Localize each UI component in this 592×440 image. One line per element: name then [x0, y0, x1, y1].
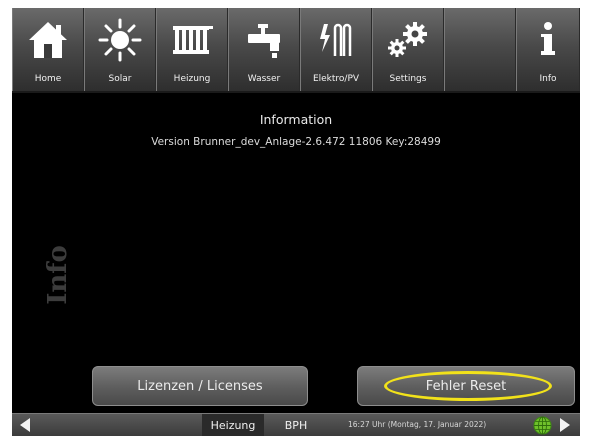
top-navigation-bar: Home Solar Heizung Wasser Elektro/PV Set… — [12, 8, 580, 93]
nav-settings-button[interactable]: Settings — [372, 8, 444, 91]
radiator-icon — [157, 16, 227, 64]
nav-heizung-label: Heizung — [173, 74, 211, 84]
faucet-icon — [229, 16, 299, 64]
status-datetime: 16:27 Uhr (Montag, 17. Januar 2022) — [348, 420, 487, 429]
error-reset-button-label: Fehler Reset — [425, 378, 507, 394]
nav-solar-label: Solar — [108, 74, 132, 84]
nav-empty-slot — [444, 8, 516, 91]
nav-wasser-button[interactable]: Wasser — [228, 8, 300, 91]
sun-icon — [85, 16, 155, 64]
side-section-label: Info — [43, 245, 73, 305]
nav-heizung-button[interactable]: Heizung — [156, 8, 228, 91]
heating-element-icon — [301, 16, 371, 64]
nav-home-label: Home — [34, 74, 62, 84]
licenses-button[interactable]: Lizenzen / Licenses — [92, 366, 308, 406]
tab-heizung[interactable]: Heizung — [202, 414, 264, 436]
globe-icon[interactable] — [533, 416, 552, 435]
gears-icon — [373, 16, 443, 64]
nav-home-button[interactable]: Home — [12, 8, 84, 91]
tab-bph[interactable]: BPH — [276, 414, 316, 436]
nav-elektro-label: Elektro/PV — [312, 74, 360, 84]
licenses-button-label: Lizenzen / Licenses — [137, 378, 263, 394]
version-text: Version Brunner_dev_Anlage-2.6.472 11806… — [151, 136, 441, 148]
nav-info-button[interactable]: Info — [516, 8, 580, 91]
nav-wasser-label: Wasser — [247, 74, 281, 84]
error-reset-button[interactable]: Fehler Reset — [357, 366, 575, 406]
nav-elektro-button[interactable]: Elektro/PV — [300, 8, 372, 91]
next-arrow-icon[interactable] — [560, 418, 570, 432]
nav-info-label: Info — [539, 74, 557, 84]
info-icon — [517, 16, 579, 64]
screen: Home Solar Heizung Wasser Elektro/PV Set… — [12, 8, 580, 436]
home-icon — [13, 16, 83, 64]
nav-solar-button[interactable]: Solar — [84, 8, 156, 91]
page-title: Information — [259, 112, 333, 127]
bottom-status-bar: Heizung BPH 16:27 Uhr (Montag, 17. Janua… — [12, 413, 580, 436]
previous-arrow-icon[interactable] — [20, 418, 30, 432]
nav-settings-label: Settings — [389, 74, 427, 84]
